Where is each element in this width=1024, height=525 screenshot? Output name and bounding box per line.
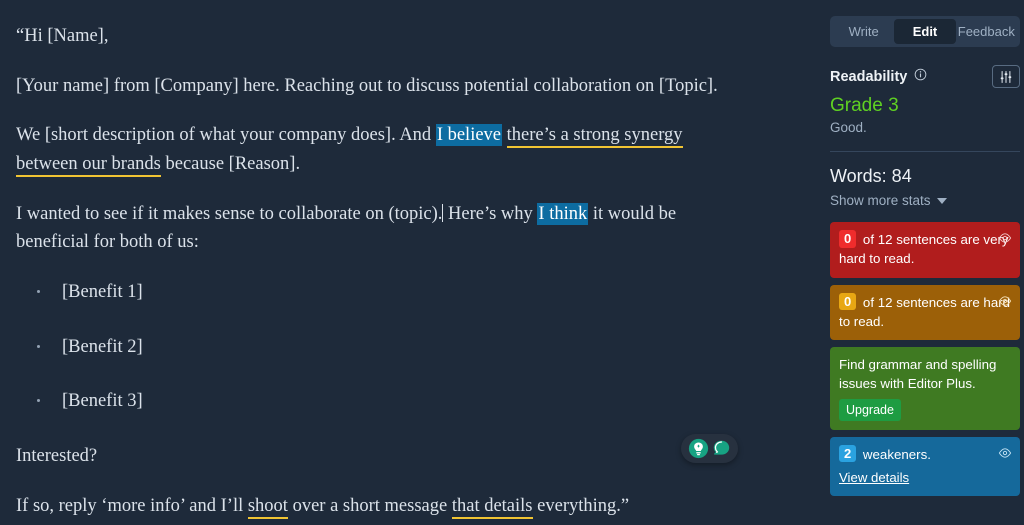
eye-icon[interactable]	[998, 446, 1012, 465]
list-item-label: [Benefit 1]	[62, 282, 143, 303]
eye-icon[interactable]	[998, 294, 1012, 313]
paragraph-collaborate: I wanted to see if it makes sense to col…	[16, 200, 724, 257]
card-hard-sentences[interactable]: 0 of 12 sentences are hard to read.	[830, 284, 1020, 341]
sidebar: Write Edit Feedback Readability Grade 3 …	[824, 0, 1024, 525]
app-root: “Hi [Name], [Your name] from [Company] h…	[0, 0, 1024, 525]
card-editor-plus-promo[interactable]: Find grammar and spelling issues with Ed…	[830, 347, 1020, 430]
view-details-link[interactable]: View details	[839, 468, 909, 487]
hard-to-read-highlight[interactable]: shoot	[247, 495, 288, 519]
text-fragment: over a short message	[287, 495, 452, 516]
paragraph-interested: Interested?	[16, 442, 724, 471]
benefits-list: [Benefit 1] [Benefit 2] [Benefit 3]	[16, 278, 724, 416]
weakener-highlight[interactable]: I believe	[435, 124, 503, 147]
speech-bubble-icon[interactable]	[711, 438, 732, 459]
sidebar-divider	[830, 151, 1020, 152]
paragraph-text: “Hi [Name],	[16, 26, 109, 46]
list-item-label: [Benefit 2]	[62, 336, 143, 357]
card-text: Find grammar and spelling issues with Ed…	[839, 357, 997, 392]
status-badge: 0	[839, 230, 857, 248]
show-more-stats-label: Show more stats	[830, 193, 931, 208]
info-icon[interactable]	[914, 68, 927, 86]
paragraph-synergy: We [short description of what your compa…	[16, 121, 724, 178]
chevron-down-icon	[936, 197, 947, 204]
text-fragment: everything.”	[532, 495, 630, 516]
paragraph-text: [Your name] from [Company] here. Reachin…	[16, 75, 718, 96]
document-body[interactable]: “Hi [Name], [Your name] from [Company] h…	[16, 22, 724, 520]
list-item: [Benefit 1]	[16, 278, 724, 307]
text-fragment: because [Reason].	[160, 154, 301, 175]
list-item: [Benefit 3]	[16, 387, 724, 416]
weakener-highlight[interactable]: I think	[537, 202, 589, 225]
paragraph-greeting: “Hi [Name],	[16, 22, 724, 51]
card-very-hard-sentences[interactable]: 0 of 12 sentences are very hard to read.	[830, 222, 1020, 278]
tab-feedback[interactable]: Feedback	[956, 19, 1017, 44]
card-text: of 12 sentences are very hard to read.	[839, 232, 1009, 267]
card-text: of 12 sentences are hard to read.	[839, 294, 1011, 329]
text-fragment: I wanted to see if it makes sense to col…	[16, 203, 443, 224]
editor-pane[interactable]: “Hi [Name], [Your name] from [Company] h…	[0, 0, 824, 525]
show-more-stats-button[interactable]: Show more stats	[830, 193, 1014, 208]
status-badge: 2	[839, 444, 857, 463]
status-badge: 0	[839, 292, 857, 311]
eye-icon[interactable]	[998, 231, 1012, 250]
word-count: Words: 84	[830, 166, 912, 186]
issue-cards: 0 of 12 sentences are very hard to read.…	[830, 222, 1020, 497]
lightbulb-icon[interactable]	[688, 438, 709, 459]
assistant-toggle[interactable]	[681, 434, 738, 463]
tab-write[interactable]: Write	[833, 19, 894, 44]
readability-grade: Grade 3	[830, 95, 899, 116]
paragraph-intro: [Your name] from [Company] here. Reachin…	[16, 72, 724, 101]
hard-to-read-highlight[interactable]: that details	[451, 495, 533, 519]
readability-header: Readability	[830, 65, 1020, 88]
sliders-icon	[1000, 70, 1012, 83]
list-item-label: [Benefit 3]	[62, 391, 143, 412]
readability-settings-button[interactable]	[992, 65, 1020, 88]
readability-note: Good.	[830, 120, 867, 135]
text-fragment: We [short description of what your compa…	[16, 125, 436, 146]
text-fragment	[502, 125, 507, 145]
paragraph-text: Interested?	[16, 446, 98, 467]
paragraph-reply: If so, reply ‘more info’ and I’ll shoot …	[16, 492, 724, 521]
list-item: [Benefit 2]	[16, 333, 724, 362]
card-weakeners[interactable]: 2 weakeners. View details	[830, 436, 1020, 497]
text-fragment: Here’s why	[443, 203, 538, 224]
readability-label: Readability	[830, 68, 908, 85]
mode-tabs: Write Edit Feedback	[830, 16, 1020, 47]
upgrade-button[interactable]: Upgrade	[839, 398, 901, 421]
text-fragment: If so, reply ‘more info’ and I’ll	[16, 495, 248, 516]
card-text: weakeners.	[859, 446, 931, 462]
tab-edit[interactable]: Edit	[894, 19, 956, 44]
